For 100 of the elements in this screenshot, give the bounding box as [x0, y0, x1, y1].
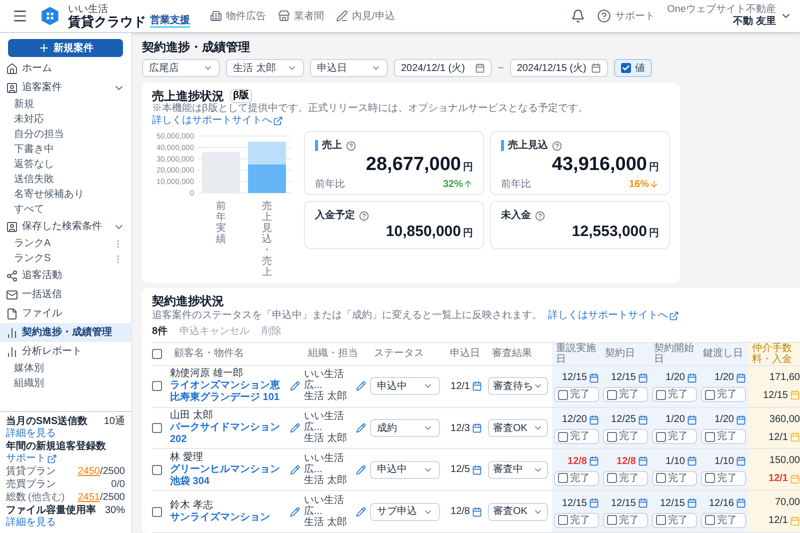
row-checkbox[interactable] [152, 381, 162, 392]
stat-link[interactable]: 詳細を見る [6, 517, 56, 529]
support-link[interactable]: 詳しくはサポートサイトへ [548, 309, 679, 322]
calendar-icon[interactable] [687, 498, 697, 508]
property-link[interactable]: グリーンヒルマンション池袋 304 [170, 464, 286, 488]
done-toggle[interactable]: 完了 [652, 470, 697, 486]
edit-icon[interactable] [290, 464, 300, 475]
done-toggle[interactable]: 完了 [701, 429, 746, 444]
screening-dropdown[interactable]: 審査OK [488, 419, 548, 438]
calendar-icon[interactable] [687, 414, 697, 425]
help-icon[interactable] [535, 210, 545, 220]
checkbox[interactable] [558, 432, 568, 442]
sidebar-subitem[interactable]: 送信失敗 [0, 172, 131, 187]
dropdown[interactable]: 生活 太郎 [226, 59, 304, 77]
done-toggle[interactable]: 完了 [603, 470, 648, 486]
sidebar-subitem[interactable]: 媒体別 [0, 361, 131, 376]
calendar-icon[interactable] [472, 506, 482, 517]
sidebar-subitem[interactable]: ランクS [0, 251, 131, 266]
calendar-icon[interactable] [589, 372, 599, 383]
edit-icon[interactable] [356, 423, 366, 434]
calendar-icon[interactable] [589, 498, 599, 508]
sidebar-item[interactable]: ホーム [0, 59, 131, 78]
screening-dropdown[interactable]: 審査中 [488, 460, 548, 479]
edit-icon[interactable] [290, 381, 300, 392]
done-toggle[interactable]: 完了 [554, 387, 599, 402]
nav-link[interactable]: 業者間 [278, 8, 324, 24]
date-field[interactable]: 2024/12/15 (火) [510, 59, 608, 77]
done-toggle[interactable]: 完了 [603, 429, 648, 444]
edit-icon[interactable] [356, 506, 366, 517]
done-toggle[interactable]: 完了 [652, 512, 697, 528]
calendar-icon[interactable] [472, 464, 482, 475]
notification-button[interactable] [571, 9, 586, 23]
calendar-icon[interactable] [736, 456, 746, 466]
sidebar-subitem[interactable]: すべて [0, 202, 131, 217]
new-case-button[interactable]: 新規案件 [8, 39, 123, 57]
help-icon[interactable] [552, 140, 562, 150]
done-toggle[interactable]: 完了 [701, 512, 746, 528]
screening-dropdown[interactable]: 審査待ち [488, 377, 548, 396]
calendar-icon[interactable] [472, 423, 482, 434]
sidebar-item[interactable]: 追客案件 [0, 78, 131, 97]
sidebar-subitem[interactable]: ランクA [0, 236, 131, 251]
checkbox[interactable] [656, 390, 666, 400]
calendar-icon[interactable] [638, 372, 648, 383]
sidebar-subitem[interactable]: 返答なし [0, 157, 131, 172]
support-link[interactable]: サポート [597, 8, 656, 24]
checkbox[interactable] [607, 390, 617, 400]
calendar-icon[interactable] [589, 456, 599, 466]
checkbox[interactable] [558, 390, 568, 400]
property-link[interactable]: ライオンズマンション恵比寿東グランデージ 101 [170, 380, 286, 404]
checkbox[interactable] [607, 473, 617, 484]
property-link[interactable]: サンライズマンション [170, 512, 286, 524]
edit-icon[interactable] [290, 506, 300, 517]
checkbox[interactable] [656, 432, 666, 442]
calendar-icon[interactable] [638, 498, 648, 508]
sidebar-subitem[interactable]: 未対応 [0, 112, 131, 127]
help-icon[interactable] [346, 140, 356, 150]
sidebar-item[interactable]: 追客活動 [0, 266, 131, 285]
done-toggle[interactable]: 完了 [554, 512, 599, 528]
status-dropdown[interactable]: サブ申込 [370, 502, 440, 521]
done-toggle[interactable]: 完了 [554, 470, 599, 486]
dropdown[interactable]: 申込日 [310, 59, 388, 77]
sidebar-item[interactable]: 契約進捗・成績管理 [0, 323, 131, 342]
done-toggle[interactable]: 完了 [554, 429, 599, 444]
checkbox[interactable] [558, 515, 568, 526]
checkbox[interactable] [656, 515, 666, 526]
done-toggle[interactable]: 完了 [652, 429, 697, 444]
calendar-icon[interactable] [638, 414, 648, 425]
account-menu[interactable]: Oneウェブサイト不動産 不動 友里 [667, 4, 792, 28]
checkbox[interactable] [656, 473, 666, 484]
property-link[interactable]: パークサイドマンション 202 [170, 422, 286, 446]
done-toggle[interactable]: 完了 [603, 387, 648, 402]
calendar-icon[interactable] [736, 372, 746, 383]
calendar-icon[interactable] [736, 498, 746, 508]
calendar-icon[interactable] [589, 414, 599, 425]
row-checkbox[interactable] [152, 464, 162, 475]
checkbox-chip[interactable]: 値 [614, 59, 652, 77]
checkbox[interactable] [607, 515, 617, 526]
edit-icon[interactable] [356, 381, 366, 392]
done-toggle[interactable]: 完了 [652, 387, 697, 402]
checkbox[interactable] [558, 473, 568, 484]
calendar-icon[interactable] [687, 456, 697, 466]
row-checkbox[interactable] [152, 506, 162, 517]
sidebar-item[interactable]: 一括送信 [0, 285, 131, 304]
dropdown[interactable]: 広尾店 [142, 59, 220, 77]
calendar-icon[interactable] [638, 456, 648, 466]
done-toggle[interactable]: 完了 [603, 512, 648, 528]
checkbox[interactable] [705, 390, 715, 400]
done-toggle[interactable]: 完了 [701, 470, 746, 486]
sidebar-item[interactable]: 分析レポート [0, 342, 131, 361]
status-dropdown[interactable]: 申込中 [370, 460, 440, 479]
checkbox[interactable] [607, 432, 617, 442]
nav-link[interactable]: 物件広告 [210, 8, 266, 24]
checkbox[interactable] [705, 515, 715, 526]
sidebar-subitem[interactable]: 自分の担当 [0, 127, 131, 142]
stat-link[interactable]: サポート [6, 453, 57, 465]
status-dropdown[interactable]: 申込中 [370, 377, 440, 396]
stat-link[interactable]: 詳細を見る [6, 428, 56, 440]
row-checkbox[interactable] [152, 423, 162, 434]
sidebar-item[interactable]: ファイル [0, 304, 131, 323]
calendar-icon[interactable] [736, 414, 746, 425]
